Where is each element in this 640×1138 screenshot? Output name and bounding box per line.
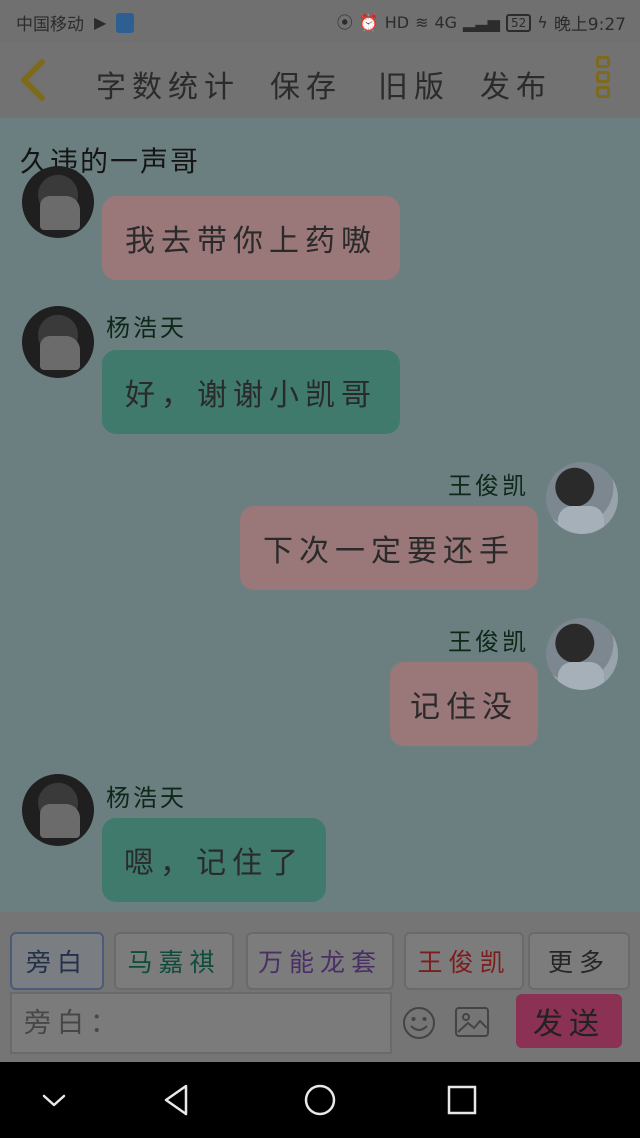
more-menu-icon[interactable] [596, 56, 614, 106]
message-input[interactable] [10, 992, 392, 1054]
clock: 晚上9:27 [553, 15, 626, 35]
battery-indicator: 52 [505, 13, 532, 32]
role-button-narrator[interactable]: 旁白 [10, 932, 104, 990]
message-bubble[interactable]: 嗯，记住了 [102, 818, 326, 902]
word-count-button[interactable]: 字数统计 [96, 62, 240, 106]
message-bubble[interactable]: 我去带你上药嗷 [102, 196, 400, 280]
avatar[interactable] [22, 166, 94, 238]
system-nav-bar [0, 1062, 640, 1138]
message-bubble[interactable]: 好，谢谢小凯哥 [102, 350, 400, 434]
network-label: 4G [434, 12, 458, 32]
recents-icon[interactable] [442, 1080, 482, 1120]
role-button-wangjunkai[interactable]: 王俊凯 [404, 932, 524, 990]
home-icon[interactable] [300, 1080, 340, 1120]
old-version-button[interactable]: 旧版 [378, 62, 450, 106]
role-label: 王俊凯 [417, 948, 511, 977]
play-store-icon: ▶ [94, 12, 107, 32]
speaker-name: 王俊凯 [448, 472, 529, 500]
publish-button[interactable]: 发布 [480, 62, 552, 106]
role-button-majiaqi[interactable]: 马嘉祺 [114, 932, 234, 990]
alarm-icon: ⏰ [358, 12, 379, 32]
send-label: 发送 [533, 1007, 605, 1042]
avatar[interactable] [546, 618, 618, 690]
hd-icon: HD [384, 12, 410, 32]
chevron-down-icon[interactable] [34, 1080, 74, 1120]
signal-icon: ▂▃▅ [463, 12, 500, 32]
role-label: 万能龙套 [257, 948, 382, 977]
more-roles-button[interactable]: 更多 [528, 932, 630, 990]
avatar[interactable] [22, 306, 94, 378]
wifi-icon: ≋ [415, 12, 429, 32]
emoji-icon[interactable] [402, 1006, 436, 1040]
back-icon[interactable] [158, 1080, 198, 1120]
role-label: 马嘉祺 [127, 948, 221, 977]
send-button[interactable]: 发送 [516, 994, 622, 1048]
charging-icon: ϟ [537, 12, 548, 32]
shield-icon [116, 12, 135, 33]
save-button[interactable]: 保存 [270, 62, 342, 106]
role-label: 更多 [547, 948, 610, 977]
message-bubble[interactable]: 下次一定要还手 [240, 506, 538, 590]
carrier-label: 中国移动 [16, 15, 84, 35]
role-button-extra[interactable]: 万能龙套 [246, 932, 394, 990]
status-bar: 中国移动 ▶ ⦿ ⏰ HD ≋ 4G ▂▃▅ 52 ϟ 晚上9:27 [0, 0, 640, 42]
speaker-name: 杨浩天 [106, 784, 187, 812]
back-arrow-icon[interactable] [14, 56, 54, 104]
chat-area[interactable]: 久违的一声哥 我去带你上药嗷 杨浩天 好，谢谢小凯哥 王俊凯 下次一定要还手 王… [0, 118, 640, 912]
image-icon[interactable] [454, 1006, 490, 1038]
composer: 旁白 马嘉祺 万能龙套 王俊凯 更多 发送 [0, 912, 640, 1062]
speaker-name: 王俊凯 [448, 628, 529, 656]
location-icon: ⦿ [336, 12, 353, 32]
avatar[interactable] [22, 774, 94, 846]
speaker-name: 杨浩天 [106, 314, 187, 342]
avatar[interactable] [546, 462, 618, 534]
toolbar: 字数统计 保存 旧版 发布 [0, 42, 640, 118]
role-label: 旁白 [25, 948, 88, 977]
message-bubble[interactable]: 记住没 [390, 662, 538, 746]
